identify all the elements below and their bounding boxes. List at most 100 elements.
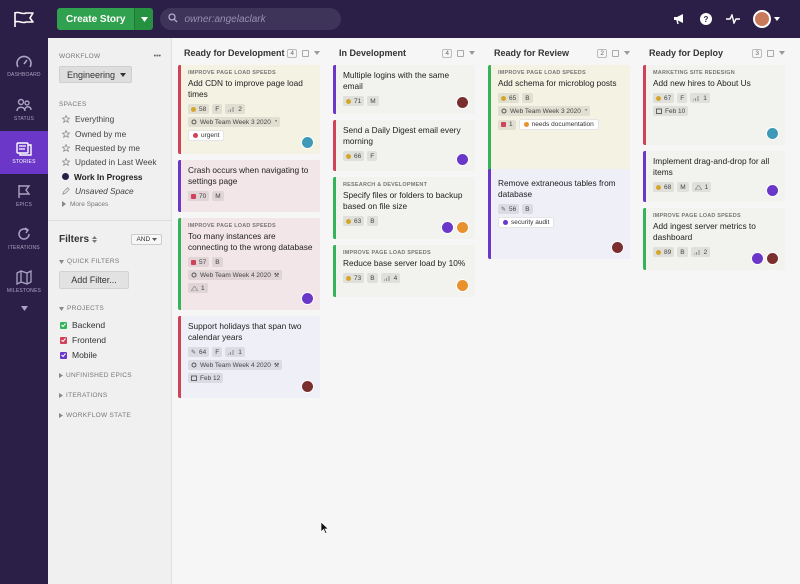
- checkbox-checked-icon[interactable]: [60, 351, 67, 359]
- card-epic[interactable]: IMPROVE PAGE LOAD SPEEDS: [343, 250, 469, 256]
- column-menu-chevron-icon[interactable]: [624, 51, 630, 55]
- nav-milestones[interactable]: MILESTONES: [0, 260, 48, 303]
- card-title[interactable]: Add CDN to improve page load times: [188, 78, 314, 100]
- card-title[interactable]: Reduce base server load by 10%: [343, 258, 469, 269]
- nav-more-chevron-icon[interactable]: [0, 306, 48, 311]
- card-title[interactable]: Add new hires to About Us: [653, 78, 779, 89]
- avatar[interactable]: [441, 221, 454, 234]
- nav-stories[interactable]: STORIES: [0, 131, 48, 174]
- workflow-more-icon[interactable]: •••: [154, 53, 161, 60]
- card-epic[interactable]: IMPROVE PAGE LOAD SPEEDS: [498, 70, 624, 76]
- project-frontend[interactable]: Frontend: [60, 335, 106, 345]
- story-card[interactable]: IMPROVE PAGE LOAD SPEEDS Add CDN to impr…: [178, 65, 320, 154]
- card-title[interactable]: Too many instances are connecting to the…: [188, 231, 314, 253]
- help-icon[interactable]: ?: [699, 12, 713, 26]
- column-select-checkbox[interactable]: [457, 49, 464, 57]
- nav-status[interactable]: STATUS: [0, 88, 48, 131]
- label-chip[interactable]: needs documentation: [518, 119, 599, 130]
- more-spaces-link[interactable]: More Spaces: [62, 198, 156, 210]
- nav-iterations[interactable]: ITERATIONS: [0, 217, 48, 260]
- card-title[interactable]: Crash occurs when navigating to settings…: [188, 165, 314, 187]
- story-card[interactable]: Crash occurs when navigating to settings…: [178, 160, 320, 212]
- story-card[interactable]: RESEARCH & DEVELOPMENT Specify files or …: [333, 177, 475, 239]
- avatar[interactable]: [301, 292, 314, 305]
- space-owned-by-me[interactable]: Owned by me: [62, 126, 156, 140]
- story-card[interactable]: Remove extraneous tables from database ✎…: [488, 169, 630, 259]
- card-title[interactable]: Multiple logins with the same email: [343, 70, 469, 92]
- column-select-checkbox[interactable]: [612, 49, 619, 57]
- create-story-label[interactable]: Create Story: [57, 8, 135, 30]
- flag-logo-icon[interactable]: [0, 0, 48, 38]
- avatar[interactable]: [456, 96, 469, 109]
- avatar[interactable]: [766, 252, 779, 265]
- story-card[interactable]: IMPROVE PAGE LOAD SPEEDS Reduce base ser…: [333, 245, 475, 297]
- iteration-chip[interactable]: Web Team Week 4 2020 ⚒: [188, 360, 283, 370]
- space-unsaved[interactable]: Unsaved Space: [62, 184, 156, 198]
- project-mobile[interactable]: Mobile: [60, 350, 97, 360]
- checkbox-checked-icon[interactable]: [60, 321, 67, 329]
- workflow-select[interactable]: Engineering: [59, 66, 132, 83]
- filters-heading[interactable]: Filters: [59, 234, 98, 245]
- iteration-chip[interactable]: Web Team Week 4 2020 ⚒: [188, 270, 283, 280]
- avatar[interactable]: [766, 127, 779, 140]
- card-title[interactable]: Specify files or folders to backup based…: [343, 190, 469, 212]
- story-card[interactable]: Send a Daily Digest email every morning …: [333, 120, 475, 171]
- space-everything[interactable]: Everything: [62, 112, 156, 126]
- card-title[interactable]: Support holidays that span two calendar …: [188, 321, 314, 343]
- unfinished-epics-toggle[interactable]: UNFINISHED EPICS: [59, 372, 132, 379]
- add-filter-button[interactable]: Add Filter...: [59, 271, 129, 289]
- filters-operator-select[interactable]: AND: [131, 234, 162, 245]
- nav-epics[interactable]: EPICS: [0, 174, 48, 217]
- card-title[interactable]: Implement drag-and-drop for all items: [653, 156, 779, 178]
- avatar[interactable]: [753, 10, 771, 28]
- avatar[interactable]: [766, 184, 779, 197]
- card-epic[interactable]: RESEARCH & DEVELOPMENT: [343, 182, 469, 188]
- story-card[interactable]: IMPROVE PAGE LOAD SPEEDS Add ingest serv…: [643, 208, 785, 270]
- card-title[interactable]: Add ingest server metrics to dashboard: [653, 221, 779, 243]
- projects-toggle[interactable]: PROJECTS: [59, 305, 104, 312]
- avatar[interactable]: [611, 241, 624, 254]
- checkbox-checked-icon[interactable]: [60, 336, 67, 344]
- avatar[interactable]: [456, 221, 469, 234]
- card-title[interactable]: Add schema for microblog posts: [498, 78, 624, 89]
- user-menu[interactable]: [753, 10, 780, 28]
- search-input[interactable]: [184, 13, 330, 25]
- column-menu-chevron-icon[interactable]: [779, 51, 785, 55]
- megaphone-icon[interactable]: [672, 12, 686, 26]
- avatar[interactable]: [301, 136, 314, 149]
- create-dropdown-chevron-icon[interactable]: [134, 8, 154, 30]
- card-title[interactable]: Remove extraneous tables from database: [498, 178, 624, 200]
- story-card[interactable]: Multiple logins with the same email 71 M: [333, 65, 475, 114]
- card-epic[interactable]: IMPROVE PAGE LOAD SPEEDS: [188, 70, 314, 76]
- avatar[interactable]: [456, 153, 469, 166]
- story-card[interactable]: Support holidays that span two calendar …: [178, 316, 320, 398]
- create-story-button[interactable]: Create Story: [57, 8, 154, 30]
- avatar[interactable]: [456, 279, 469, 292]
- story-card[interactable]: IMPROVE PAGE LOAD SPEEDS Too many instan…: [178, 218, 320, 310]
- avatar[interactable]: [751, 252, 764, 265]
- card-epic[interactable]: MARKETING SITE REDESIGN: [653, 70, 779, 76]
- space-updated-last-week[interactable]: Updated in Last Week: [62, 155, 156, 169]
- activity-icon[interactable]: [726, 12, 740, 26]
- project-backend[interactable]: Backend: [60, 320, 105, 330]
- space-requested-by-me[interactable]: Requested by me: [62, 141, 156, 155]
- nav-dashboard[interactable]: DASHBOARD: [0, 45, 48, 88]
- card-epic[interactable]: IMPROVE PAGE LOAD SPEEDS: [653, 213, 779, 219]
- workflow-state-toggle[interactable]: WORKFLOW STATE: [59, 412, 131, 419]
- story-card[interactable]: Implement drag-and-drop for all items 68…: [643, 151, 785, 202]
- story-card[interactable]: MARKETING SITE REDESIGN Add new hires to…: [643, 65, 785, 145]
- column-select-checkbox[interactable]: [767, 49, 774, 57]
- column-menu-chevron-icon[interactable]: [314, 51, 320, 55]
- column-select-checkbox[interactable]: [302, 49, 309, 57]
- quick-filters-toggle[interactable]: QUICK FILTERS: [59, 258, 120, 265]
- avatar[interactable]: [301, 380, 314, 393]
- iteration-chip[interactable]: Web Team Week 3 2020 ◔: [188, 117, 281, 127]
- card-title[interactable]: Send a Daily Digest email every morning: [343, 125, 469, 147]
- card-epic[interactable]: IMPROVE PAGE LOAD SPEEDS: [188, 223, 314, 229]
- space-work-in-progress[interactable]: Work In Progress: [62, 170, 156, 184]
- search-bar[interactable]: [160, 8, 342, 30]
- label-chip[interactable]: security audit: [498, 217, 555, 228]
- iterations-toggle[interactable]: ITERATIONS: [59, 392, 108, 399]
- label-chip[interactable]: urgent: [188, 130, 225, 141]
- column-menu-chevron-icon[interactable]: [469, 51, 475, 55]
